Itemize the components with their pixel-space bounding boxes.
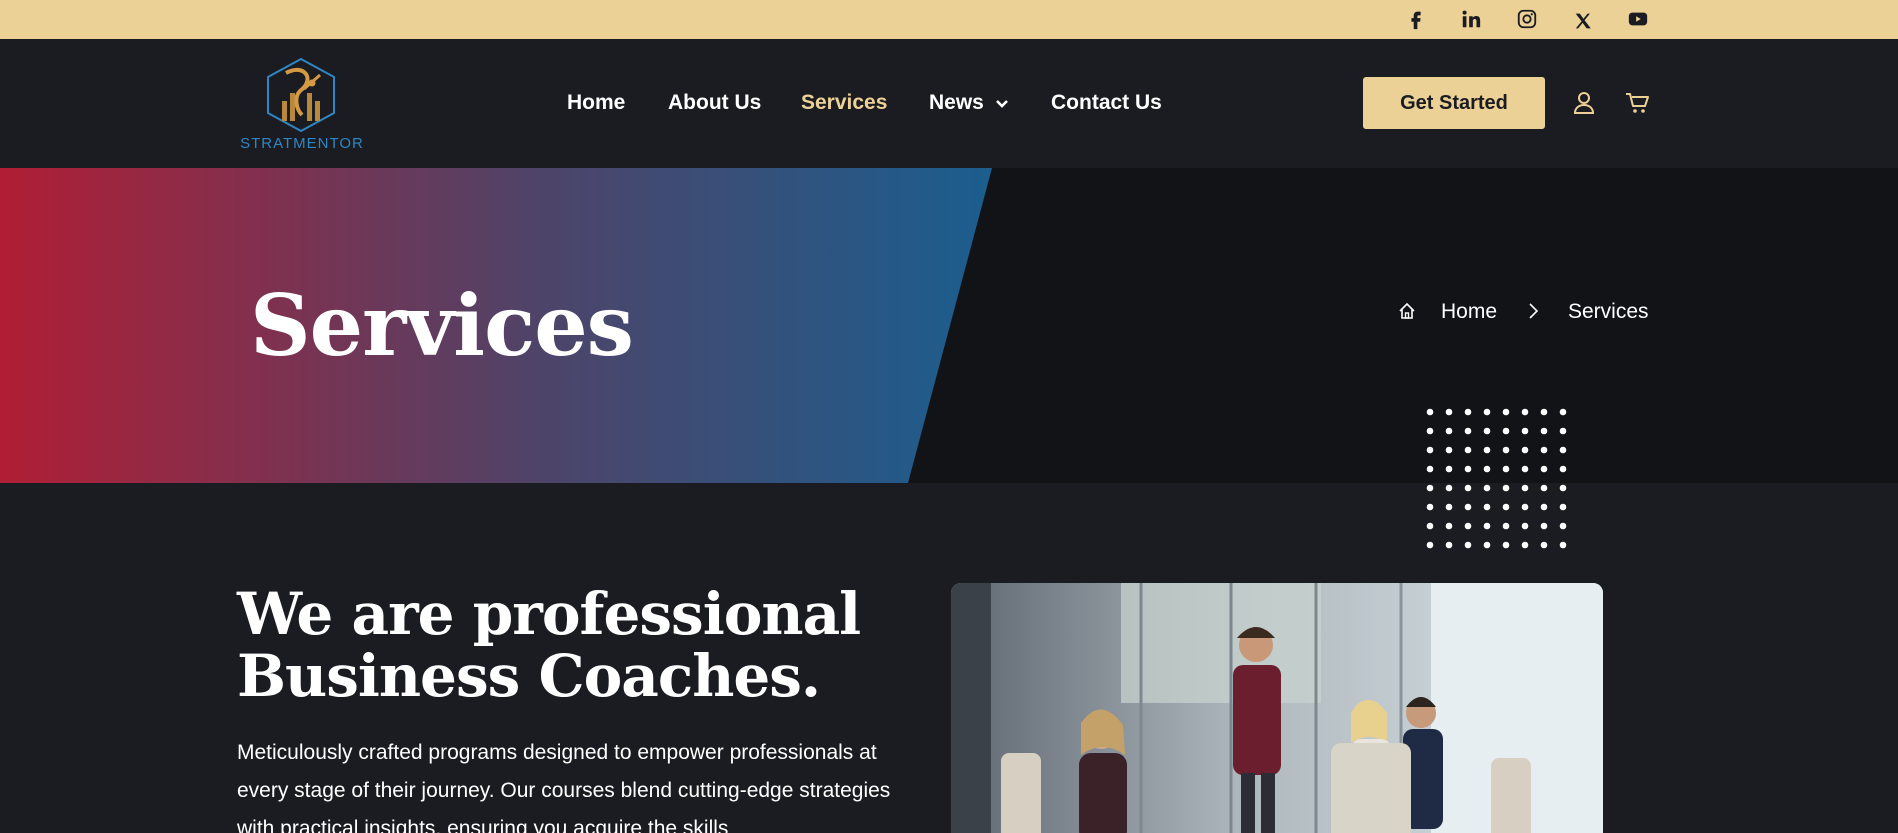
- youtube-icon[interactable]: [1623, 4, 1653, 34]
- page-title: Services: [250, 276, 634, 375]
- logo-text: STRATMENTOR: [240, 135, 364, 152]
- decorative-dot: [1502, 446, 1510, 454]
- decorative-dot: [1559, 408, 1567, 416]
- decorative-dot: [1540, 484, 1548, 492]
- linkedin-icon[interactable]: [1456, 4, 1486, 34]
- decorative-dot: [1426, 522, 1434, 530]
- decorative-dot: [1559, 522, 1567, 530]
- decorative-dot: [1426, 484, 1434, 492]
- decorative-dot: [1464, 446, 1472, 454]
- decorative-dot: [1483, 503, 1491, 511]
- chevron-right-icon: [1529, 303, 1539, 319]
- x-twitter-icon[interactable]: [1568, 6, 1598, 36]
- decorative-dot: [1464, 522, 1472, 530]
- decorative-dot: [1464, 427, 1472, 435]
- decorative-dot: [1502, 484, 1510, 492]
- decorative-dot: [1540, 408, 1548, 416]
- nav-home[interactable]: Home: [567, 91, 625, 115]
- headline-line-1: We are professional: [237, 580, 861, 648]
- decorative-dot: [1559, 484, 1567, 492]
- decorative-dot: [1540, 465, 1548, 473]
- decorative-dot: [1521, 484, 1529, 492]
- coaching-team-photo: [951, 583, 1603, 833]
- nav-services[interactable]: Services: [801, 91, 887, 115]
- decorative-dot: [1483, 465, 1491, 473]
- user-icon[interactable]: [1571, 90, 1597, 116]
- decorative-dot: [1502, 427, 1510, 435]
- decorative-dot: [1540, 427, 1548, 435]
- section-description: Meticulously crafted programs designed t…: [237, 741, 891, 833]
- decorative-dot: [1502, 522, 1510, 530]
- nav-contact-us[interactable]: Contact Us: [1051, 91, 1162, 115]
- decorative-dot: [1483, 427, 1491, 435]
- page-hero: Services Home Services: [0, 168, 1898, 483]
- decorative-dot: [1464, 484, 1472, 492]
- section-headline: We are professional Business Coaches.: [237, 583, 937, 707]
- decorative-dot: [1483, 446, 1491, 454]
- breadcrumb-home-link[interactable]: Home: [1441, 300, 1497, 324]
- site-header: STRATMENTOR Home About Us Services News …: [0, 39, 1898, 168]
- decorative-dot: [1502, 541, 1510, 549]
- decorative-dot: [1426, 446, 1434, 454]
- decorative-dot: [1426, 503, 1434, 511]
- nav-about-us[interactable]: About Us: [668, 91, 761, 115]
- facebook-icon[interactable]: [1401, 4, 1431, 34]
- decorative-dot: [1521, 408, 1529, 416]
- decorative-dot: [1502, 503, 1510, 511]
- decorative-dot: [1521, 541, 1529, 549]
- decorative-dot: [1521, 446, 1529, 454]
- decorative-dot: [1540, 541, 1548, 549]
- decorative-dot: [1483, 484, 1491, 492]
- decorative-dot: [1464, 541, 1472, 549]
- decorative-dot: [1521, 522, 1529, 530]
- decorative-dot: [1483, 408, 1491, 416]
- decorative-dot: [1540, 503, 1548, 511]
- headline-line-2: Business Coaches.: [237, 642, 821, 710]
- decorative-dot: [1464, 408, 1472, 416]
- decorative-dot: [1445, 446, 1453, 454]
- decorative-dot: [1426, 541, 1434, 549]
- chevron-down-icon[interactable]: [994, 97, 1010, 111]
- decorative-dot: [1540, 522, 1548, 530]
- top-bar: [0, 0, 1898, 39]
- decorative-dot: [1445, 465, 1453, 473]
- decorative-dot: [1559, 465, 1567, 473]
- decorative-dot: [1521, 503, 1529, 511]
- decorative-dot: [1464, 465, 1472, 473]
- decorative-dot: [1464, 503, 1472, 511]
- decorative-dot: [1483, 522, 1491, 530]
- home-icon[interactable]: [1397, 301, 1417, 321]
- instagram-icon[interactable]: [1512, 4, 1542, 34]
- decorative-dot: [1445, 484, 1453, 492]
- decorative-dot: [1559, 503, 1567, 511]
- decorative-dot: [1502, 408, 1510, 416]
- cart-icon[interactable]: [1624, 90, 1650, 116]
- get-started-button[interactable]: Get Started: [1363, 77, 1545, 129]
- decorative-dot: [1521, 465, 1529, 473]
- logo-mark-icon: [267, 57, 335, 133]
- decorative-dot: [1426, 408, 1434, 416]
- decorative-dot: [1445, 522, 1453, 530]
- decorative-dot: [1445, 503, 1453, 511]
- decorative-dot: [1559, 427, 1567, 435]
- decorative-dot: [1540, 446, 1548, 454]
- nav-news[interactable]: News: [929, 91, 984, 115]
- logo[interactable]: STRATMENTOR: [240, 57, 364, 157]
- decorative-dot: [1483, 541, 1491, 549]
- decorative-dot: [1445, 408, 1453, 416]
- meeting-room-illustration: [951, 583, 1603, 833]
- decorative-dot: [1521, 427, 1529, 435]
- decorative-dot: [1559, 541, 1567, 549]
- decorative-dot: [1445, 427, 1453, 435]
- breadcrumb-current: Services: [1568, 300, 1649, 323]
- decorative-dot: [1559, 446, 1567, 454]
- decorative-dot: [1445, 541, 1453, 549]
- decorative-dot: [1426, 427, 1434, 435]
- decorative-dot: [1502, 465, 1510, 473]
- decorative-dot: [1426, 465, 1434, 473]
- decorative-dot-grid: [1426, 408, 1567, 549]
